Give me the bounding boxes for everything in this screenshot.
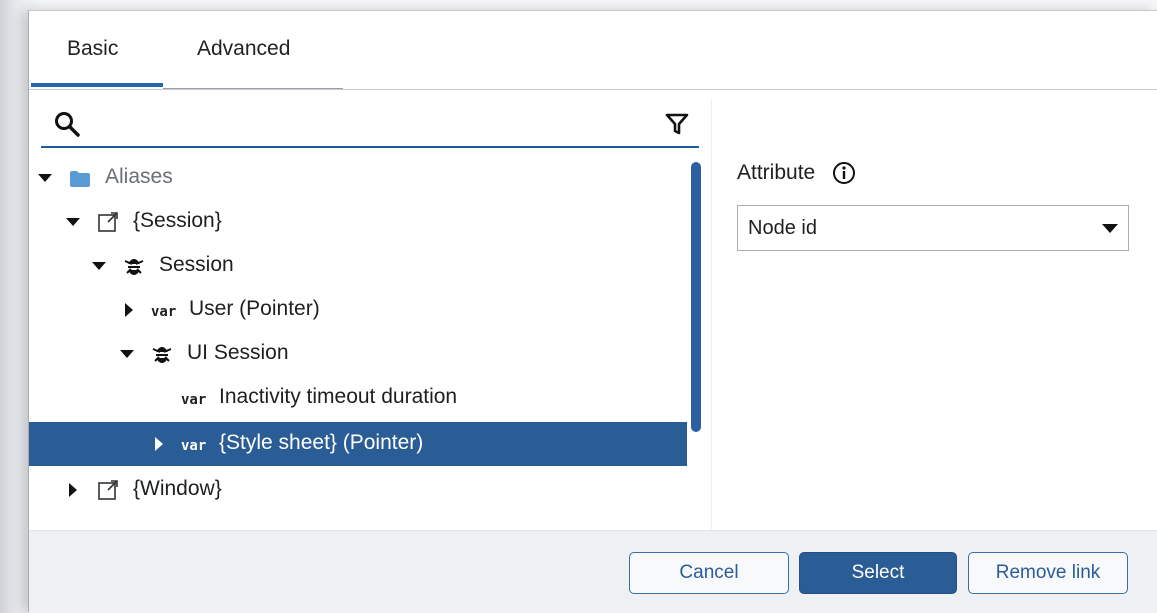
tree-row-label: Session <box>159 253 234 276</box>
bee-icon <box>124 259 144 275</box>
tab-advanced[interactable]: Advanced <box>197 37 290 61</box>
tree-row-label: UI Session <box>187 341 289 364</box>
tree-row-ui-session[interactable]: UI Session <box>29 332 687 376</box>
search-input[interactable] <box>91 110 655 140</box>
attribute-pane: Attribute Node id <box>737 161 1129 251</box>
tree-row-aliases[interactable]: Aliases <box>29 156 687 200</box>
var-prefix: var <box>181 392 207 408</box>
tree-row-label: Aliases <box>105 165 173 188</box>
caret-down-icon[interactable] <box>37 170 53 186</box>
remove-link-button[interactable]: Remove link <box>968 552 1128 594</box>
tree-row-session-link[interactable]: {Session} <box>29 200 687 244</box>
tree-pane: Aliases {Session} Session var User (Poin… <box>29 90 709 530</box>
tree-row-label: User (Pointer) <box>189 297 320 320</box>
caret-right-icon[interactable] <box>121 302 137 318</box>
var-prefix: var <box>181 438 207 454</box>
caret-right-icon[interactable] <box>151 436 167 452</box>
tree-row-label: {Window} <box>133 477 222 500</box>
filter-icon[interactable] <box>665 112 689 136</box>
tree-row-inactivity-timeout[interactable]: var Inactivity timeout duration <box>29 376 687 420</box>
attribute-select-value: Node id <box>748 217 817 239</box>
tree-row-session[interactable]: Session <box>29 244 687 288</box>
select-button[interactable]: Select <box>799 552 957 594</box>
tree-row-label: {Session} <box>133 209 222 232</box>
active-tab-indicator <box>31 83 163 87</box>
caret-right-icon[interactable] <box>65 482 81 498</box>
search-bar <box>41 106 699 148</box>
tree-scrollbar[interactable] <box>691 162 701 432</box>
caret-down-icon[interactable] <box>119 346 135 362</box>
tab-basic[interactable]: Basic <box>67 37 118 61</box>
caret-down-icon[interactable] <box>91 258 107 274</box>
tree-row-label: {Style sheet} (Pointer) <box>219 431 424 454</box>
folder-icon <box>70 171 90 187</box>
tree-view: Aliases {Session} Session var User (Poin… <box>29 156 709 530</box>
tree-row-user-pointer[interactable]: var User (Pointer) <box>29 288 687 332</box>
dialog-footer: Cancel Select Remove link <box>29 530 1157 613</box>
link-icon <box>98 480 118 500</box>
attribute-label: Attribute <box>737 161 816 184</box>
cancel-button[interactable]: Cancel <box>629 552 789 594</box>
dialog: Basic Advanced Aliases {Session} Session… <box>28 10 1157 613</box>
link-icon <box>98 212 118 232</box>
tree-row-label: Inactivity timeout duration <box>219 385 458 408</box>
info-icon[interactable] <box>832 161 856 185</box>
attribute-select[interactable]: Node id <box>737 205 1129 251</box>
tree-row-style-sheet[interactable]: var {Style sheet} (Pointer) <box>29 422 687 466</box>
var-prefix: var <box>151 304 177 320</box>
tree-row-window-link[interactable]: {Window} <box>29 468 687 512</box>
chevron-down-icon <box>1102 224 1118 233</box>
caret-down-icon[interactable] <box>65 214 81 230</box>
bee-icon <box>152 347 172 363</box>
tab-bar: Basic Advanced <box>29 11 1157 90</box>
tab-separator-line <box>163 88 343 89</box>
pane-divider <box>711 99 712 531</box>
search-icon[interactable] <box>53 110 81 138</box>
